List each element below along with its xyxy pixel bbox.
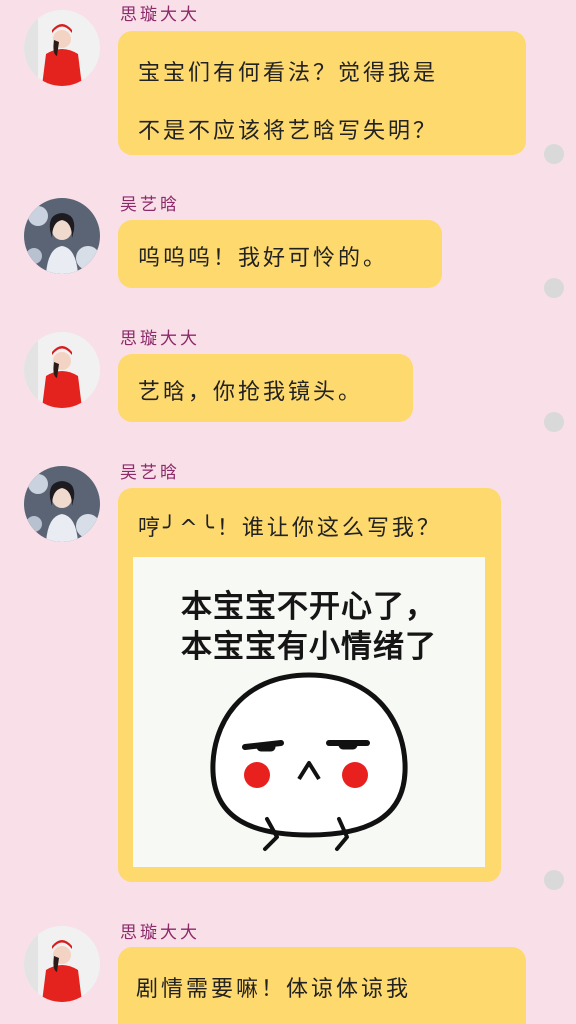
avatar-red-hoodie-icon: [24, 332, 100, 408]
message-bubble[interactable]: 剧情需要嘛！体谅体谅我: [118, 947, 526, 1024]
chat-message: 思璇大大 艺晗，你抢我镜头。: [0, 322, 576, 432]
status-dot: [544, 412, 564, 432]
avatar[interactable]: [24, 466, 100, 542]
avatar-snow-portrait-icon: [24, 466, 100, 542]
message-text: 不是不应该将艺晗写失明？: [138, 119, 439, 144]
avatar-red-hoodie-icon: [24, 10, 100, 86]
message-text: 剧情需要嘛！体谅体谅我: [136, 977, 412, 1002]
avatar[interactable]: [24, 10, 100, 86]
message-bubble[interactable]: 宝宝们有何看法？觉得我是 不是不应该将艺晗写失明？: [118, 31, 526, 155]
chat-message: 吴艺晗 呜呜呜！我好可怜的。: [0, 188, 576, 298]
message-bubble[interactable]: 艺晗，你抢我镜头。: [118, 354, 413, 422]
chat-message: 思璇大大 宝宝们有何看法？觉得我是 不是不应该将艺晗写失明？: [0, 0, 576, 164]
sticker-image[interactable]: 本宝宝不开心了， 本宝宝有小情绪了: [133, 557, 485, 867]
avatar-red-hoodie-icon: [24, 926, 100, 1002]
chat-message: 思璇大大 剧情需要嘛！体谅体谅我: [0, 916, 576, 1024]
sender-name: 吴艺晗: [120, 195, 180, 215]
status-dot: [544, 144, 564, 164]
avatar[interactable]: [24, 926, 100, 1002]
status-dot: [544, 278, 564, 298]
pouting-face-sticker-icon: [210, 672, 408, 851]
avatar[interactable]: [24, 198, 100, 274]
sender-name: 思璇大大: [120, 5, 200, 25]
message-text: 艺晗，你抢我镜头。: [138, 380, 364, 405]
avatar[interactable]: [24, 332, 100, 408]
message-bubble[interactable]: 哼╯^╰！谁让你这么写我？ 本宝宝不开心了， 本宝宝有小情绪了: [118, 488, 501, 882]
message-bubble[interactable]: 呜呜呜！我好可怜的。: [118, 220, 442, 288]
sender-name: 思璇大大: [120, 923, 200, 943]
chat-message: 吴艺晗 哼╯^╰！谁让你这么写我？ 本宝宝不开心了， 本宝宝有小情绪了: [0, 456, 576, 896]
sender-name: 思璇大大: [120, 329, 200, 349]
status-dot: [544, 870, 564, 890]
message-text: 呜呜呜！我好可怜的。: [138, 246, 389, 271]
message-text: 宝宝们有何看法？觉得我是: [138, 61, 439, 86]
message-text: 哼╯^╰！谁让你这么写我？: [138, 516, 442, 541]
avatar-snow-portrait-icon: [24, 198, 100, 274]
sender-name: 吴艺晗: [120, 463, 180, 483]
